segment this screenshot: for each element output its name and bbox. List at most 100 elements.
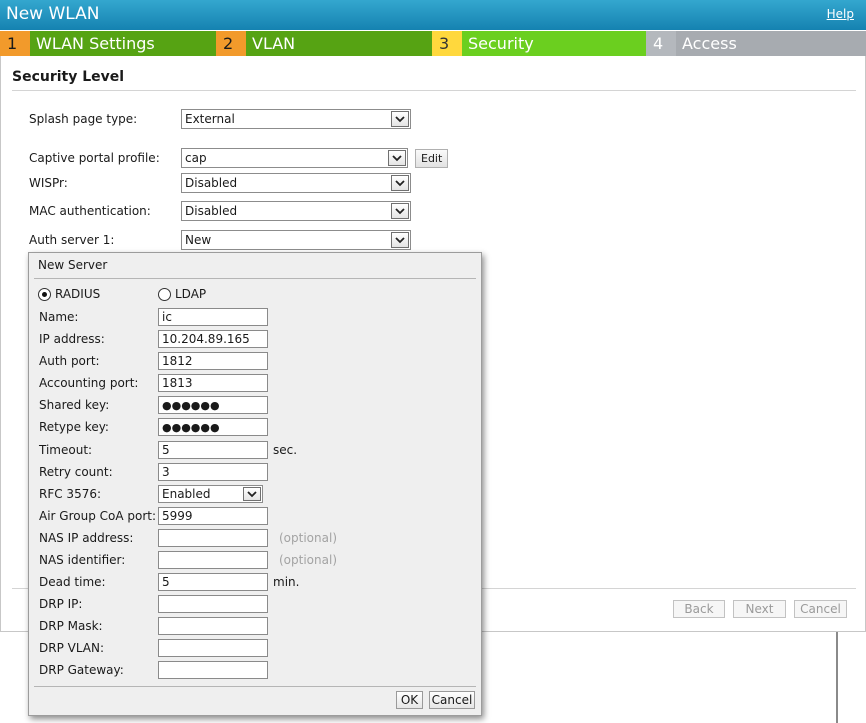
- next-button[interactable]: Next: [733, 600, 786, 618]
- dead-time-row: Dead time: 5 min.: [39, 573, 299, 591]
- dead-time-input[interactable]: 5: [158, 573, 268, 591]
- step-label: WLAN Settings: [30, 31, 216, 56]
- mac-authentication-row: MAC authentication: Disabled: [29, 201, 411, 221]
- captive-portal-profile-select[interactable]: cap: [181, 148, 408, 168]
- step-label: Security: [462, 31, 646, 56]
- timeout-row: Timeout: 5 sec.: [39, 441, 297, 459]
- retry-count-row: Retry count: 3: [39, 463, 268, 481]
- timeout-input[interactable]: 5: [158, 441, 268, 459]
- field-label: Shared key:: [39, 398, 110, 412]
- dialog-cancel-button[interactable]: Cancel: [429, 691, 475, 709]
- window-titlebar: New WLAN Help: [0, 0, 866, 30]
- mac-authentication-select[interactable]: Disabled: [181, 201, 411, 221]
- field-label: DRP VLAN:: [39, 641, 105, 655]
- drp-ip-row: DRP IP:: [39, 595, 268, 613]
- accounting-port-row: Accounting port: 1813: [39, 374, 268, 392]
- field-label: Retype key:: [39, 420, 109, 434]
- step-vlan[interactable]: 2 VLAN: [216, 31, 432, 56]
- air-group-coa-port-input[interactable]: 5999: [158, 507, 268, 525]
- nas-identifier-input[interactable]: [158, 551, 268, 569]
- name-input[interactable]: ic: [158, 308, 268, 326]
- auth-server-1-row: Auth server 1: New: [29, 230, 411, 250]
- field-label: DRP IP:: [39, 597, 83, 611]
- ldap-radio-option[interactable]: LDAP: [158, 287, 206, 301]
- select-value: Disabled: [185, 176, 238, 190]
- shared-key-row: Shared key: ●●●●●●: [39, 396, 268, 414]
- wizard-steps: 1 WLAN Settings 2 VLAN 3 Security 4 Acce…: [0, 31, 866, 56]
- chevron-down-icon[interactable]: [388, 150, 406, 166]
- nas-ip-address-input[interactable]: [158, 529, 268, 547]
- ldap-radio[interactable]: [158, 287, 171, 301]
- divider: [12, 90, 856, 91]
- field-label: Auth port:: [39, 354, 100, 368]
- optional-hint: (optional): [279, 531, 337, 545]
- field-label: Retry count:: [39, 465, 113, 479]
- drp-vlan-row: DRP VLAN:: [39, 639, 268, 657]
- ip-address-input[interactable]: 10.204.89.165: [158, 330, 268, 348]
- select-value: New: [185, 233, 212, 247]
- rfc-3576-row: RFC 3576: Enabled: [39, 485, 263, 503]
- retry-count-input[interactable]: 3: [158, 463, 268, 481]
- auth-port-row: Auth port: 1812: [39, 352, 268, 370]
- ok-button[interactable]: OK: [396, 691, 423, 709]
- edit-profile-button[interactable]: Edit: [415, 148, 449, 168]
- cancel-button[interactable]: Cancel: [794, 600, 847, 618]
- field-label: NAS identifier:: [39, 553, 126, 567]
- drp-vlan-input[interactable]: [158, 639, 268, 657]
- step-number: 1: [0, 31, 30, 56]
- retype-key-input[interactable]: ●●●●●●: [158, 418, 268, 436]
- shared-key-input[interactable]: ●●●●●●: [158, 396, 268, 414]
- auth-server-1-select[interactable]: New: [181, 230, 411, 250]
- unit-label: min.: [273, 575, 300, 589]
- step-access[interactable]: 4 Access: [646, 31, 866, 56]
- field-label: DRP Mask:: [39, 619, 103, 633]
- radio-label: RADIUS: [55, 287, 101, 301]
- drp-mask-row: DRP Mask:: [39, 617, 268, 635]
- captive-portal-profile-row: Captive portal profile: cap Edit: [29, 148, 449, 168]
- splash-page-type-select[interactable]: External: [181, 109, 411, 129]
- select-value: cap: [185, 151, 207, 165]
- step-wlan-settings[interactable]: 1 WLAN Settings: [0, 31, 216, 56]
- background-panel-edge: [836, 632, 838, 723]
- drp-gateway-row: DRP Gateway:: [39, 661, 268, 679]
- drp-mask-input[interactable]: [158, 617, 268, 635]
- step-label: Access: [676, 31, 866, 56]
- section-title: Security Level: [12, 69, 125, 85]
- field-label: Accounting port:: [39, 376, 139, 390]
- help-link[interactable]: Help: [827, 7, 854, 21]
- radius-radio[interactable]: [38, 287, 51, 301]
- field-label: Name:: [39, 310, 79, 324]
- retype-key-row: Retype key: ●●●●●●: [39, 418, 268, 436]
- field-label: Splash page type:: [29, 112, 138, 126]
- field-label: MAC authentication:: [29, 204, 151, 218]
- field-label: DRP Gateway:: [39, 663, 124, 677]
- rfc-3576-select[interactable]: Enabled: [158, 485, 263, 503]
- radius-radio-option[interactable]: RADIUS: [38, 287, 100, 301]
- nas-identifier-row: NAS identifier: (optional): [39, 551, 337, 569]
- chevron-down-icon[interactable]: [391, 175, 409, 191]
- step-number: 3: [432, 31, 462, 56]
- divider: [34, 686, 476, 687]
- chevron-down-icon[interactable]: [243, 487, 261, 501]
- back-button[interactable]: Back: [673, 600, 725, 618]
- drp-gateway-input[interactable]: [158, 661, 268, 679]
- wispr-select[interactable]: Disabled: [181, 173, 411, 193]
- unit-label: sec.: [273, 443, 298, 457]
- field-label: Air Group CoA port:: [39, 509, 157, 523]
- chevron-down-icon[interactable]: [391, 232, 409, 248]
- field-label: Dead time:: [39, 575, 106, 589]
- step-security[interactable]: 3 Security: [432, 31, 646, 56]
- chevron-down-icon[interactable]: [391, 203, 409, 219]
- window-title: New WLAN: [6, 4, 100, 24]
- select-value: Disabled: [185, 204, 238, 218]
- field-label: WISPr:: [29, 176, 68, 190]
- field-label: RFC 3576:: [39, 487, 102, 501]
- accounting-port-input[interactable]: 1813: [158, 374, 268, 392]
- auth-port-input[interactable]: 1812: [158, 352, 268, 370]
- step-label: VLAN: [246, 31, 432, 56]
- drp-ip-input[interactable]: [158, 595, 268, 613]
- chevron-down-icon[interactable]: [391, 111, 409, 127]
- wispr-row: WISPr: Disabled: [29, 173, 411, 193]
- air-group-coa-port-row: Air Group CoA port: 5999: [39, 507, 268, 525]
- ip-address-row: IP address: 10.204.89.165: [39, 330, 268, 348]
